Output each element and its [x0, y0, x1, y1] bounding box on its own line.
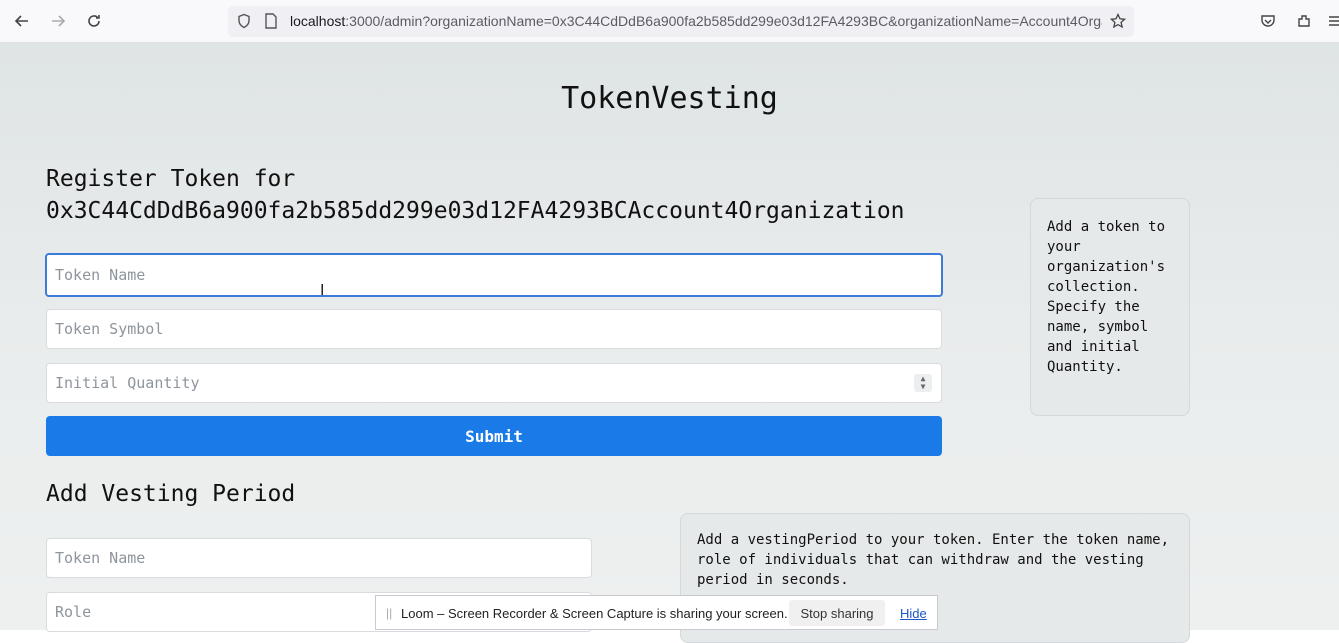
bookmark-star-icon[interactable] — [1108, 11, 1128, 31]
pocket-icon[interactable] — [1258, 11, 1278, 31]
browser-toolbar: localhost:3000/admin?organizationName=0x… — [0, 0, 1339, 43]
submit-button[interactable]: Submit — [46, 416, 942, 456]
stepper-down-icon[interactable]: ▼ — [921, 383, 926, 391]
quantity-stepper[interactable]: ▲ ▼ — [914, 374, 932, 392]
reload-icon[interactable] — [84, 11, 104, 31]
loom-message: Loom – Screen Recorder & Screen Capture … — [401, 606, 788, 621]
page-content: TokenVesting Register Token for 0x3C44Cd… — [0, 43, 1339, 643]
extensions-icon[interactable] — [1294, 11, 1314, 31]
hide-link[interactable]: Hide — [900, 606, 927, 621]
address-bar[interactable]: localhost:3000/admin?organizationName=0x… — [228, 6, 1134, 37]
vesting-heading: Add Vesting Period — [46, 481, 296, 507]
loom-sharing-bar: || Loom – Screen Recorder & Screen Captu… — [375, 595, 938, 630]
page-title: TokenVesting — [561, 81, 778, 116]
forward-icon[interactable] — [48, 11, 68, 31]
back-icon[interactable] — [12, 11, 32, 31]
shield-icon[interactable] — [234, 11, 254, 31]
register-heading-address: 0x3C44CdDdB6a900fa2b585dd299e03d12FA4293… — [46, 198, 905, 224]
drag-handle-icon[interactable]: || — [386, 606, 392, 620]
url-text[interactable]: localhost:3000/admin?organizationName=0x… — [290, 13, 1102, 29]
register-heading: Register Token for 0x3C44CdDdB6a900fa2b5… — [46, 163, 905, 227]
register-help-box: Add a token to your organization's colle… — [1030, 198, 1190, 416]
token-name-input[interactable] — [45, 253, 943, 297]
initial-quantity-input[interactable] — [46, 363, 942, 403]
token-symbol-input[interactable] — [46, 309, 942, 349]
register-heading-line1: Register Token for — [46, 166, 296, 192]
vesting-token-name-input[interactable] — [46, 538, 592, 578]
menu-icon[interactable] — [1327, 11, 1339, 31]
page-icon[interactable] — [261, 11, 281, 31]
url-path: :3000/admin?organizationName=0x3C44CdDdB… — [345, 13, 1102, 29]
stop-sharing-button[interactable]: Stop sharing — [789, 600, 885, 626]
url-host: localhost — [290, 13, 346, 29]
text-cursor-icon: I — [320, 282, 325, 299]
